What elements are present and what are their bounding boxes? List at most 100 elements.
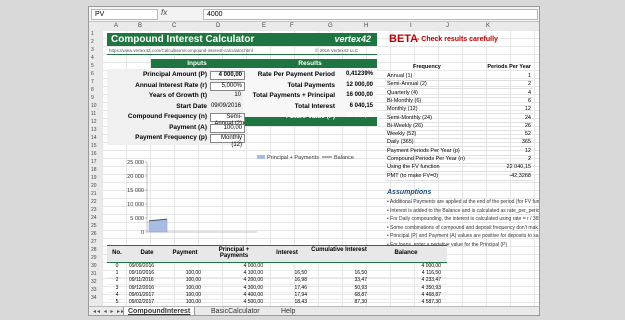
input-value-field[interactable]: 100,00 (210, 123, 245, 133)
row-header[interactable]: 11 (91, 111, 96, 117)
divider (107, 54, 377, 55)
column-header-j[interactable]: J (446, 22, 449, 30)
column-header-c[interactable]: C (172, 22, 176, 30)
input-value-field[interactable]: Semi-Annual (2) (210, 113, 245, 127)
column-header-a[interactable]: A (114, 22, 118, 30)
periods-value: -42,3268 (509, 172, 531, 179)
input-value-field[interactable]: 4 000,00 (210, 71, 245, 80)
fx-icon[interactable]: fx (161, 8, 167, 17)
row-header[interactable]: 1 (91, 31, 94, 37)
row-header[interactable]: 32 (91, 279, 97, 285)
schedule-cell: 09/09/2016 (129, 263, 155, 269)
result-label: Total Payments + Principal (252, 92, 335, 99)
sheet-nav-arrows-icon[interactable]: ◂◂ ◂ ▸ ▸▸ (93, 308, 125, 315)
row-header[interactable]: 19 (91, 175, 97, 181)
row-header[interactable]: 3 (91, 47, 94, 53)
schedule-cell: 100,00 (185, 284, 201, 291)
formula-input[interactable]: 4000 (203, 9, 538, 20)
column-header-k[interactable]: K (486, 22, 490, 30)
periods-value: 24 (524, 114, 531, 121)
schedule-cell: 17,94 (294, 291, 307, 298)
row-header[interactable]: 14 (91, 135, 97, 141)
schedule-cell: 4 500,00 (243, 299, 263, 305)
input-value-field[interactable]: 09/09/2016 (210, 103, 243, 110)
tab-help[interactable]: Help (277, 307, 299, 315)
schedule-cell: 3 (115, 284, 119, 291)
frequency-table-header: Frequency Periods Per Year (385, 63, 533, 71)
y-tick-label: 20 000 (127, 174, 144, 180)
input-value-field[interactable]: 5,000% (210, 81, 245, 91)
row-header[interactable]: 31 (91, 271, 97, 277)
schedule-col-header: Payment (172, 250, 198, 256)
schedule-cell: 09/01/2017 (129, 291, 155, 298)
frequency-name: Weekly (52) (387, 131, 417, 138)
input-label: Years of Growth (t) (148, 92, 207, 99)
row-header[interactable]: 10 (91, 103, 97, 109)
result-label: Rate Per Payment Period (257, 71, 335, 78)
row-header[interactable]: 30 (91, 263, 97, 269)
row-header[interactable]: 23 (91, 207, 97, 213)
schedule-cell: 4 400,00 (243, 291, 263, 298)
row-header[interactable]: 29 (91, 255, 97, 261)
name-box[interactable]: PV (91, 9, 158, 20)
schedule-cell: 100,00 (185, 299, 201, 305)
schedule-cell: 50,93 (354, 284, 367, 291)
periods-value: 22 040,15 (506, 164, 531, 171)
legend-label: Principal + Payments (267, 155, 319, 161)
row-header[interactable]: 24 (91, 215, 97, 221)
row-header[interactable]: 8 (91, 87, 94, 93)
row-header[interactable]: 5 (91, 63, 94, 69)
row-header[interactable]: 27 (91, 239, 97, 245)
tab-compoundinterest[interactable]: CompoundInterest (123, 307, 196, 315)
input-value-field[interactable]: Monthly (12) (210, 134, 245, 148)
input-label: Payment (A) (169, 123, 207, 131)
column-header-h[interactable]: H (364, 22, 368, 30)
row-header[interactable]: 15 (91, 143, 97, 149)
row-header[interactable]: 20 (91, 183, 97, 189)
column-header-f[interactable]: F (290, 22, 294, 30)
row-header[interactable]: 33 (91, 287, 97, 293)
row-header[interactable]: 7 (91, 79, 94, 85)
row-header[interactable]: 2 (91, 39, 94, 45)
row-header[interactable]: 9 (91, 95, 94, 101)
input-value-field[interactable]: 10 (210, 92, 243, 99)
row-header[interactable]: 22 (91, 199, 97, 205)
result-value: 22 040,15 (346, 113, 373, 119)
schedule-col-header: Date (140, 250, 154, 256)
series-principal-payments-area (148, 219, 168, 233)
frequency-name: Daily (365) (387, 139, 414, 146)
result-value: 6 040,15 (349, 102, 373, 109)
schedule-cell: 4 300,00 (243, 284, 263, 291)
row-header[interactable]: 34 (91, 295, 97, 301)
column-header-b[interactable]: B (138, 22, 142, 30)
results-heading: Results (243, 59, 377, 68)
row-header[interactable]: 4 (91, 55, 94, 61)
column-header-d[interactable]: D (216, 22, 220, 30)
column-header-e[interactable]: E (262, 22, 266, 30)
legend-swatch-area (257, 155, 265, 159)
balance-chart: Principal + Payments Balance 25 000 20 000… (127, 155, 354, 236)
schedule-cell: 17,46 (294, 284, 307, 291)
column-header-g[interactable]: G (328, 22, 333, 30)
tab-basiccalculator[interactable]: BasicCalculator (207, 307, 264, 315)
schedule-header: No. Date Payment Principal + Payments Intere… (107, 245, 447, 263)
row-header[interactable]: 28 (91, 247, 97, 253)
row-header[interactable]: 17 (91, 159, 97, 165)
row-header[interactable]: 16 (91, 151, 97, 157)
row-header[interactable]: 18 (91, 167, 97, 173)
frequency-name: Using the FV function (387, 164, 440, 171)
row-header[interactable]: 6 (91, 71, 94, 77)
frequency-row: PMT (to make FV=0) -42,3268 (385, 172, 533, 181)
row-header[interactable]: 12 (91, 119, 97, 125)
source-link[interactable]: https://www.vertex42.com/Calculators/com… (109, 48, 253, 53)
input-label: Payment Frequency (p) (135, 134, 207, 141)
beta-warning: - Check results carefully (417, 36, 498, 43)
row-header[interactable]: 26 (91, 231, 97, 237)
row-header[interactable]: 13 (91, 127, 97, 133)
frequency-name: Monthly (12) (387, 106, 418, 113)
frequency-name: Compound Periods Per Year (n) (387, 156, 465, 162)
assumption-note: • For Daily compounding, the interest is… (387, 216, 540, 222)
row-header[interactable]: 21 (91, 191, 97, 197)
row-header[interactable]: 25 (91, 223, 97, 229)
column-header-i[interactable]: I (410, 22, 412, 30)
